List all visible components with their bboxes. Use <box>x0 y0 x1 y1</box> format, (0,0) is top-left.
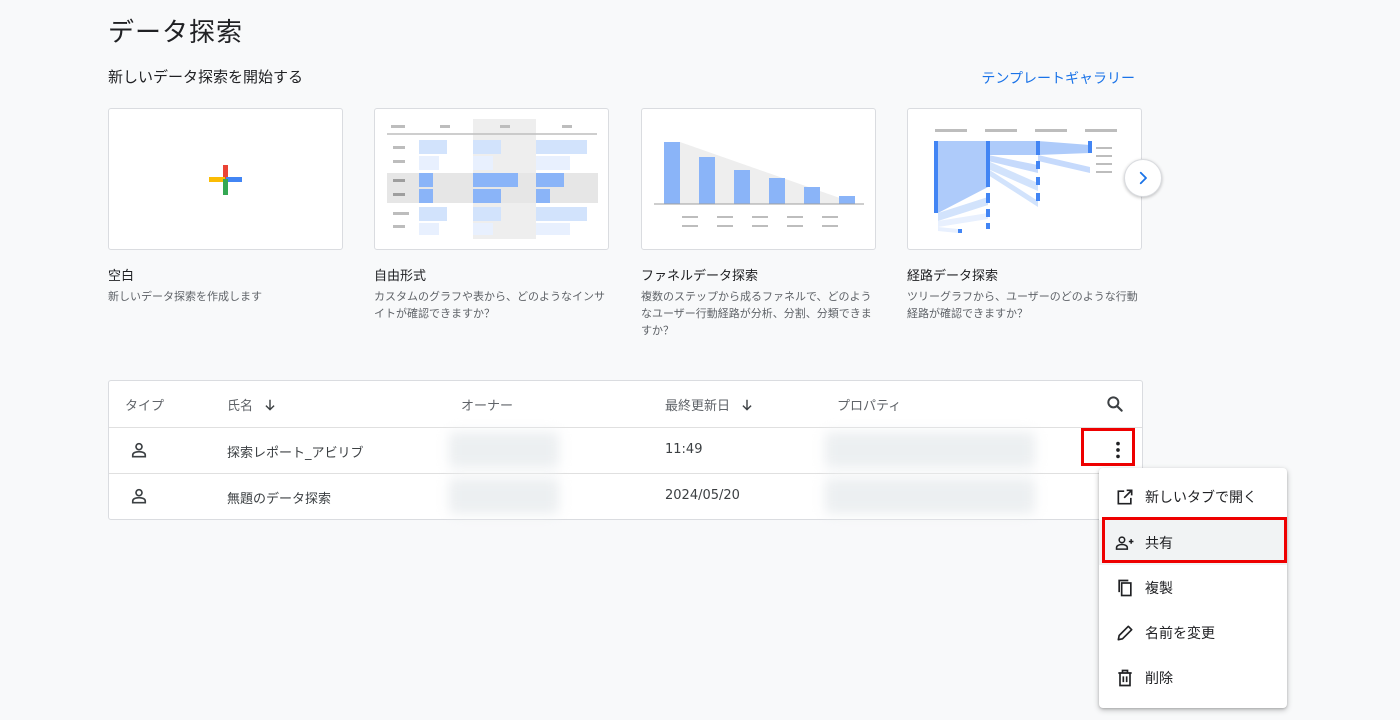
highlight-share-item <box>1102 517 1287 563</box>
funnel-thumbnail[interactable] <box>641 108 876 250</box>
explorations-table: タイプ 氏名 オーナー 最終更新日 プロパティ 探索レポート_アビリブ 11:4… <box>108 380 1143 520</box>
chevron-right-icon <box>1139 171 1147 185</box>
template-card-funnel[interactable]: ファネルデータ探索 複数のステップから成るファネルで、どのようなユーザー行動経路… <box>641 108 876 339</box>
table-header: タイプ 氏名 オーナー 最終更新日 プロパティ <box>109 381 1142 428</box>
search-icon[interactable] <box>1105 394 1125 418</box>
card-description: ツリーグラフから、ユーザーのどのような行動経路が確認できますか？ <box>907 290 1138 320</box>
plus-icon <box>209 165 242 195</box>
card-title: ファネルデータ探索 <box>641 269 759 284</box>
card-description: 新しいデータ探索を作成します <box>108 290 262 303</box>
edit-icon <box>1115 623 1135 643</box>
template-gallery-link[interactable]: テンプレートギャラリー <box>981 68 1135 88</box>
card-title: 空白 <box>108 269 135 284</box>
menu-item-duplicate[interactable]: 複製 <box>1099 565 1287 610</box>
person-icon <box>129 486 149 510</box>
next-templates-button[interactable] <box>1124 159 1162 197</box>
card-title: 経路データ探索 <box>907 269 999 284</box>
template-card-path[interactable]: 経路データ探索 ツリーグラフから、ユーザーのどのような行動経路が確認できますか？ <box>907 108 1142 322</box>
menu-item-rename[interactable]: 名前を変更 <box>1099 610 1287 655</box>
person-icon <box>129 440 149 464</box>
arrow-down-icon <box>742 399 752 411</box>
blank-thumbnail[interactable] <box>108 108 343 250</box>
template-card-freeform[interactable]: 自由形式 カスタムのグラフや表から、どのようなインサイトが確認できますか？ <box>374 108 609 322</box>
page-title: データ探索 <box>108 18 244 48</box>
delete-icon <box>1115 668 1135 688</box>
row-modified: 11:49 <box>665 442 703 457</box>
row-modified: 2024/05/20 <box>665 488 740 503</box>
table-row[interactable]: 探索レポート_アビリブ 11:49 <box>109 428 1142 474</box>
highlight-more-button <box>1081 428 1135 466</box>
card-description: 複数のステップから成るファネルで、どのようなユーザー行動経路が分析、分割、分類で… <box>641 290 872 337</box>
menu-item-delete[interactable]: 削除 <box>1099 655 1287 700</box>
property-redacted <box>825 478 1035 514</box>
column-owner[interactable]: オーナー <box>461 395 513 414</box>
open-in-new-icon <box>1115 487 1135 507</box>
context-menu: 新しいタブで開く 共有 複製 名前を変更 削除 <box>1099 468 1287 708</box>
menu-item-open-new-tab[interactable]: 新しいタブで開く <box>1099 474 1287 519</box>
column-property[interactable]: プロパティ <box>837 395 901 414</box>
table-row[interactable]: 無題のデータ探索 2024/05/20 <box>109 474 1142 519</box>
card-title: 自由形式 <box>374 269 427 284</box>
section-title: 新しいデータ探索を開始する <box>108 68 304 86</box>
column-type[interactable]: タイプ <box>125 395 164 414</box>
column-modified[interactable]: 最終更新日 <box>665 395 754 414</box>
row-name[interactable]: 探索レポート_アビリブ <box>227 442 364 461</box>
table-thumbnail[interactable] <box>374 108 609 250</box>
template-card-blank[interactable]: 空白 新しいデータ探索を作成します <box>108 108 343 305</box>
row-name[interactable]: 無題のデータ探索 <box>227 488 331 507</box>
card-description: カスタムのグラフや表から、どのようなインサイトが確認できますか？ <box>374 290 605 320</box>
path-thumbnail[interactable] <box>907 108 1142 250</box>
owner-redacted <box>449 432 559 468</box>
column-name[interactable]: 氏名 <box>227 395 277 414</box>
arrow-down-icon <box>265 399 275 411</box>
property-redacted <box>825 432 1035 468</box>
owner-redacted <box>449 478 559 514</box>
copy-icon <box>1115 578 1135 598</box>
